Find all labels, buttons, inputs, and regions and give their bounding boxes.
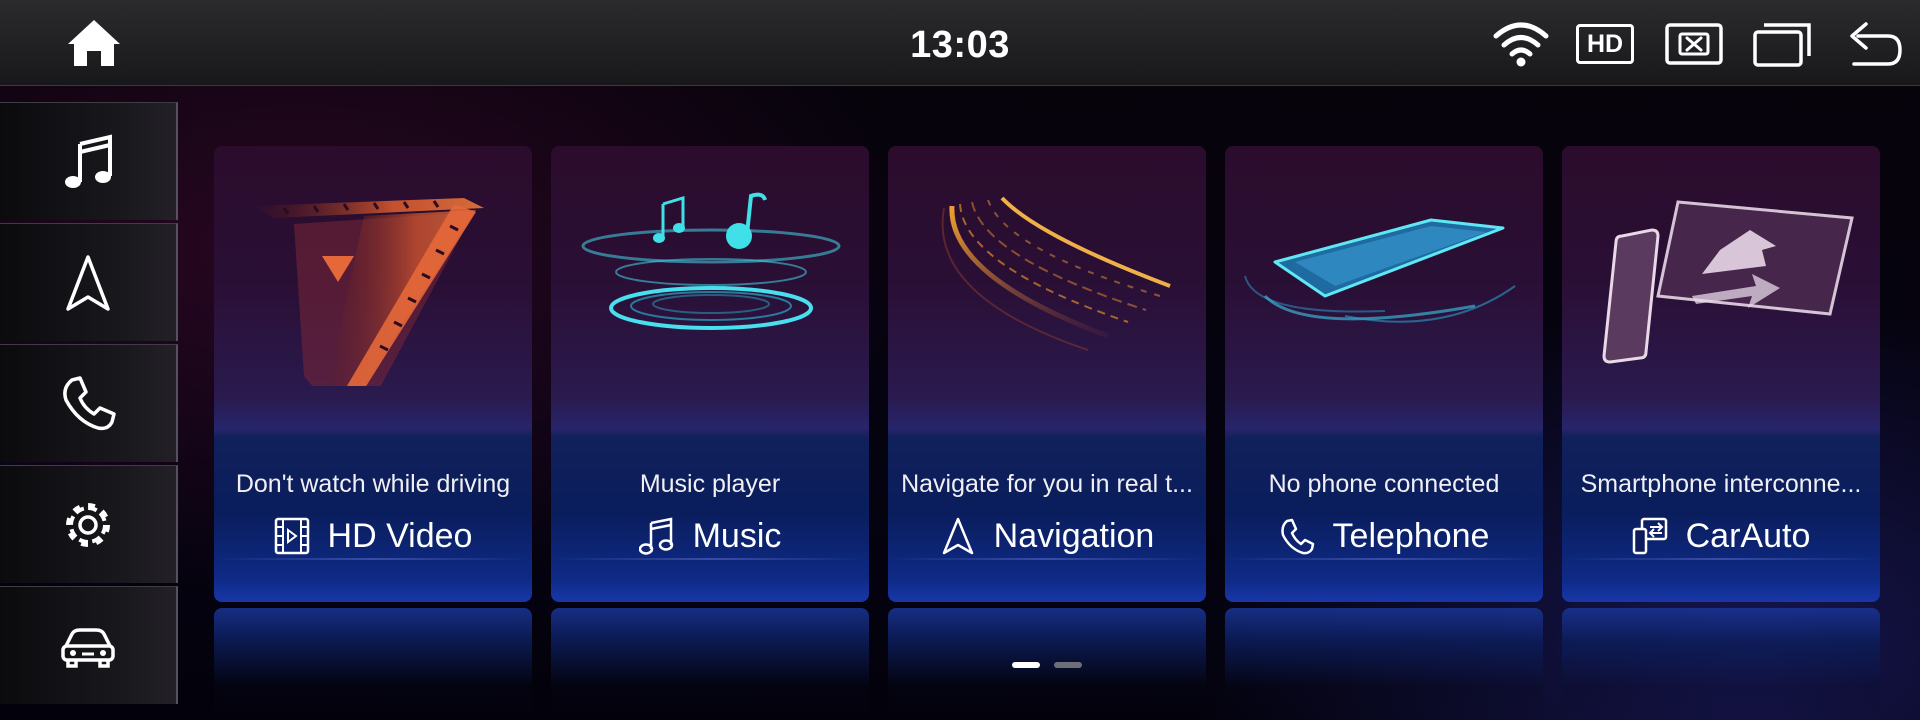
sidebar <box>0 102 178 706</box>
sidebar-item-navigation[interactable] <box>0 223 178 341</box>
sidebar-item-telephone[interactable] <box>0 344 178 462</box>
sidebar-item-car[interactable] <box>0 586 178 704</box>
card-reflection <box>214 608 532 720</box>
page-dot-1[interactable] <box>1012 662 1040 668</box>
sidebar-item-music[interactable] <box>0 102 178 220</box>
home-screen: 13:03 HD Don't watch while driving HD Vi… <box>0 0 1920 720</box>
back-icon[interactable] <box>1844 20 1904 68</box>
card-title: Telephone <box>1332 516 1490 555</box>
card-reflection <box>1225 608 1543 720</box>
card-title: Music <box>692 516 782 555</box>
phone-pad-illustration <box>1244 218 1516 323</box>
page-indicator <box>1012 662 1082 670</box>
music-note-icon <box>638 517 673 555</box>
phone-mirror-icon <box>1632 517 1667 555</box>
card-title-row: Navigation <box>888 514 1206 558</box>
card-title-row: CarAuto <box>1562 514 1880 558</box>
close-window-icon[interactable] <box>1664 20 1724 68</box>
car-icon <box>61 627 115 668</box>
music-rings-illustration <box>581 192 841 330</box>
card-subtitle: Music player <box>639 470 781 498</box>
card-subtitle: Don't watch while driving <box>235 470 511 498</box>
app-card-music[interactable]: Music player Music <box>551 146 869 602</box>
gear-icon <box>66 502 110 547</box>
card-title: CarAuto <box>1685 516 1811 555</box>
hd-icon[interactable]: HD <box>1576 24 1634 64</box>
card-reflection <box>1562 608 1880 720</box>
app-card-telephone[interactable]: No phone connected Telephone <box>1225 146 1543 602</box>
road-illustration <box>941 196 1171 351</box>
card-subtitle: Navigate for you in real t... <box>901 470 1193 498</box>
card-reflection <box>551 608 869 720</box>
music-note-icon <box>65 133 112 188</box>
wifi-icon[interactable] <box>1492 20 1550 68</box>
card-title-row: Telephone <box>1225 514 1543 558</box>
navigation-arrow-icon <box>66 254 110 311</box>
app-card-navigation[interactable]: Navigate for you in real t... Navigation <box>888 146 1206 602</box>
card-title-row: Music <box>551 514 869 558</box>
app-card-hd-video[interactable]: Don't watch while driving HD Video <box>214 146 532 602</box>
video-icon <box>274 517 309 555</box>
multi-window-icon[interactable] <box>1752 20 1812 68</box>
card-title-row: HD Video <box>214 514 532 558</box>
phone-icon <box>63 375 116 430</box>
phone-mirror-illustration <box>1602 200 1854 364</box>
app-card-carauto[interactable]: Smartphone interconne... CarAuto <box>1562 146 1880 602</box>
card-subtitle: Smartphone interconne... <box>1580 470 1862 498</box>
clock: 13:03 <box>910 24 1010 66</box>
home-icon[interactable] <box>66 18 122 68</box>
card-title: Navigation <box>993 516 1155 555</box>
phone-icon <box>1280 518 1314 555</box>
sidebar-item-settings[interactable] <box>0 465 178 583</box>
film-reel-illustration <box>254 198 484 386</box>
card-title: HD Video <box>327 516 473 555</box>
navigation-arrow-icon <box>942 517 973 555</box>
card-subtitle: No phone connected <box>1268 470 1500 498</box>
status-bar: 13:03 HD <box>0 0 1920 86</box>
page-dot-2[interactable] <box>1054 662 1082 668</box>
